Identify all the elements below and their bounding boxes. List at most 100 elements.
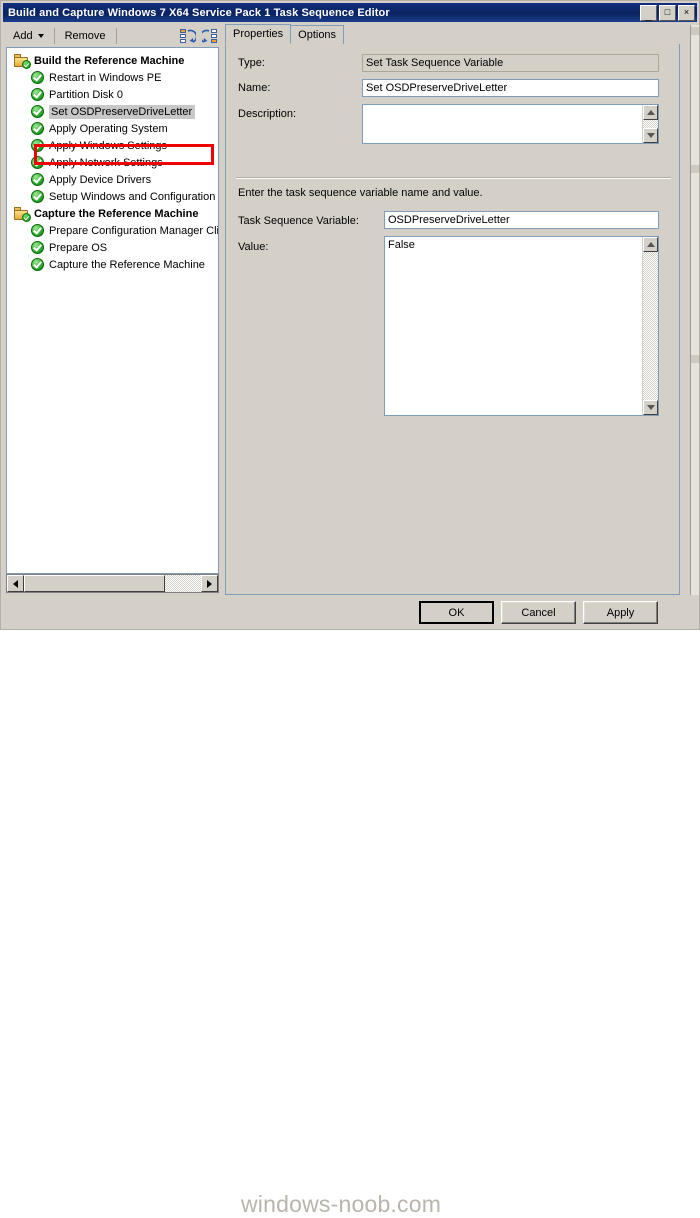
watermark: windows-noob.com [241,1191,442,1217]
collapse-all-button[interactable] [177,26,199,46]
tree-item-label: Apply Windows Settings [49,139,167,152]
close-icon: × [683,6,690,17]
scrollbar-thumb[interactable] [24,575,165,592]
tree-item[interactable]: Apply Device Drivers [7,171,218,188]
expand-all-button[interactable] [199,26,221,46]
name-row: Name: [238,82,368,94]
green-check-icon [31,240,45,255]
task-sequence-tree[interactable]: Build the Reference Machine Restart in Wi… [6,47,219,574]
tree-item[interactable]: Prepare OS [7,239,218,256]
task-sequence-editor-window: Build and Capture Windows 7 X64 Service … [0,0,700,1217]
edge-scroll-mark-low [691,355,699,363]
variable-label: Task Sequence Variable: [238,215,359,227]
tree-item-label: Apply Device Drivers [49,173,152,186]
add-button-label: Add [13,30,33,42]
green-check-icon [31,138,45,153]
tree-item[interactable]: Capture the Reference Machine [7,205,218,222]
dialog-button-bar: windows-noob.com OK Cancel Apply [1,595,699,1217]
window-edge-scrollbar[interactable] [690,25,699,595]
tree-item-label: Capture the Reference Machine [34,207,199,220]
cancel-button-label: Cancel [521,606,556,619]
maximize-icon: □ [664,6,671,17]
tab-options-label: Options [298,29,337,41]
green-check-icon [31,121,45,136]
tree-item-label: Restart in Windows PE [49,71,162,84]
toolbar-separator-1 [53,28,55,44]
tree-item[interactable]: Capture the Reference Machine [7,256,218,273]
description-scrollbar[interactable] [642,105,658,143]
arrow-right-icon [207,579,212,588]
green-check-icon [31,189,45,204]
tab-options[interactable]: Options [290,25,345,44]
tree-item[interactable]: Apply Windows Settings [7,137,218,154]
description-textarea[interactable] [362,104,659,144]
tree-item[interactable]: Prepare Configuration Manager Cli [7,222,218,239]
tree-item[interactable]: Set OSDPreserveDriveLetter [7,103,218,120]
remove-button[interactable]: Remove [58,25,113,47]
ok-button[interactable]: OK [419,601,494,624]
properties-tab-panel: Type: Set Task Sequence Variable Name: S… [225,44,680,595]
add-button[interactable]: Add [6,25,51,47]
apply-button[interactable]: Apply [583,601,658,624]
window-title: Build and Capture Windows 7 X64 Service … [8,6,390,19]
edge-scroll-mark-mid [691,165,699,173]
value-scroll-up-button[interactable] [643,237,658,252]
tree-item-label: Build the Reference Machine [34,54,185,67]
tree-item[interactable]: Partition Disk 0 [7,86,218,103]
name-label: Name: [238,82,271,94]
arrow-up-icon [646,242,655,247]
arrow-down-icon [646,405,655,410]
maximize-button[interactable]: □ [659,5,676,21]
type-label: Type: [238,57,265,69]
description-label: Description: [238,108,297,120]
value-scroll-down-button[interactable] [643,400,658,415]
arrow-up-icon [646,110,655,115]
window-controls: _ □ × [640,5,695,21]
tab-properties-label: Properties [233,28,284,40]
value-textarea[interactable]: False [384,236,659,416]
green-check-icon [31,87,45,102]
tree-item-label: Apply Network Settings [49,156,163,169]
arrow-down-icon [646,133,655,138]
tree-item-label: Prepare Configuration Manager Cli [49,224,219,237]
green-check-icon [31,155,45,170]
tree-horizontal-scrollbar[interactable] [6,574,219,593]
tree-item[interactable]: Setup Windows and Configuration [7,188,218,205]
arrow-left-icon [13,579,18,588]
instruction-text: Enter the task sequence variable name an… [238,187,483,199]
scroll-right-button[interactable] [201,575,218,592]
tree-item[interactable]: Restart in Windows PE [7,69,218,86]
value-scrollbar[interactable] [642,237,658,415]
type-row: Type: [238,57,368,69]
toolbar-separator-2 [115,28,117,44]
minimize-icon: _ [645,9,652,22]
green-check-icon [31,104,45,119]
tree-item[interactable]: Apply Network Settings [7,154,218,171]
folder-check-icon [14,53,31,69]
tree-item[interactable]: Build the Reference Machine [7,52,218,69]
tree-toolbar: Add Remove [6,25,221,47]
expand-all-icon [202,28,217,43]
minimize-button[interactable]: _ [640,5,657,21]
value-label: Value: [238,241,269,253]
description-scroll-down-button[interactable] [643,128,658,143]
tab-properties[interactable]: Properties [225,24,292,44]
variable-input[interactable]: OSDPreserveDriveLetter [384,211,659,229]
name-input[interactable]: Set OSDPreserveDriveLetter [362,79,659,97]
tree-item-label: Set OSDPreserveDriveLetter [49,104,196,119]
tree-item-label: Capture the Reference Machine [49,258,205,271]
apply-button-label: Apply [606,606,635,619]
task-sequence-tree-pane: Add Remove Build the Reference Machine R… [6,25,221,595]
tree-item[interactable]: Apply Operating System [7,120,218,137]
ok-button-label: OK [448,606,465,619]
green-check-icon [31,172,45,187]
scroll-left-button[interactable] [7,575,24,592]
value-text: False [388,239,415,251]
chevron-down-icon [37,34,44,38]
close-button[interactable]: × [678,5,695,21]
scrollbar-track[interactable] [165,575,201,592]
folder-check-icon [14,206,31,222]
description-scroll-up-button[interactable] [643,105,658,120]
edge-scroll-mark-top [691,27,699,35]
cancel-button[interactable]: Cancel [501,601,576,624]
